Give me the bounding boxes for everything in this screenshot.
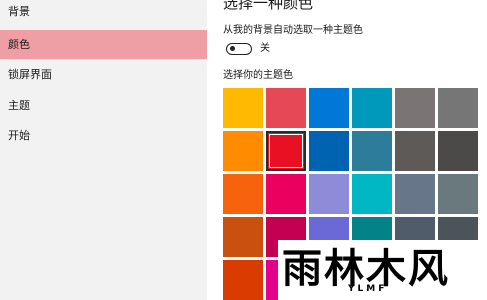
- sidebar-item-start[interactable]: 开始: [0, 121, 207, 150]
- color-swatch[interactable]: [309, 174, 349, 214]
- sidebar-item-colors[interactable]: 颜色: [0, 30, 207, 59]
- color-swatch[interactable]: [223, 131, 263, 171]
- watermark-logo: 雨林木风 YLMF: [278, 240, 487, 300]
- color-swatch[interactable]: [438, 131, 478, 171]
- auto-pick-toggle[interactable]: [226, 43, 252, 55]
- color-swatch[interactable]: [309, 131, 349, 171]
- color-swatch[interactable]: [395, 88, 435, 128]
- color-swatch[interactable]: [223, 260, 263, 300]
- color-swatch[interactable]: [223, 217, 263, 257]
- auto-pick-accent-label: 从我的背景自动选取一种主题色: [223, 25, 363, 36]
- page-title: 选择一种颜色: [223, 0, 314, 12]
- color-swatch[interactable]: [352, 131, 392, 171]
- theme-color-label: 选择你的主题色: [223, 70, 293, 81]
- color-swatch[interactable]: [395, 174, 435, 214]
- color-swatch[interactable]: [223, 88, 263, 128]
- color-swatch[interactable]: [309, 88, 349, 128]
- color-swatch[interactable]: [352, 174, 392, 214]
- sidebar-item-lock-screen[interactable]: 锁屏界面: [0, 60, 207, 89]
- watermark-sub-text: YLMF: [348, 284, 388, 294]
- color-swatch[interactable]: [352, 88, 392, 128]
- toggle-state-label: 关: [260, 43, 270, 54]
- color-swatch[interactable]: [395, 131, 435, 171]
- color-swatch[interactable]: [266, 174, 306, 214]
- toggle-knob: [230, 46, 235, 51]
- sidebar-item-background[interactable]: 背景: [0, 0, 207, 26]
- settings-sidebar: 背景 颜色 锁屏界面 主题 开始: [0, 0, 207, 300]
- sidebar-item-themes[interactable]: 主题: [0, 91, 207, 120]
- color-swatch[interactable]: [266, 131, 306, 171]
- color-swatch[interactable]: [438, 174, 478, 214]
- color-swatch[interactable]: [438, 88, 478, 128]
- color-swatch[interactable]: [223, 174, 263, 214]
- color-swatch[interactable]: [266, 88, 306, 128]
